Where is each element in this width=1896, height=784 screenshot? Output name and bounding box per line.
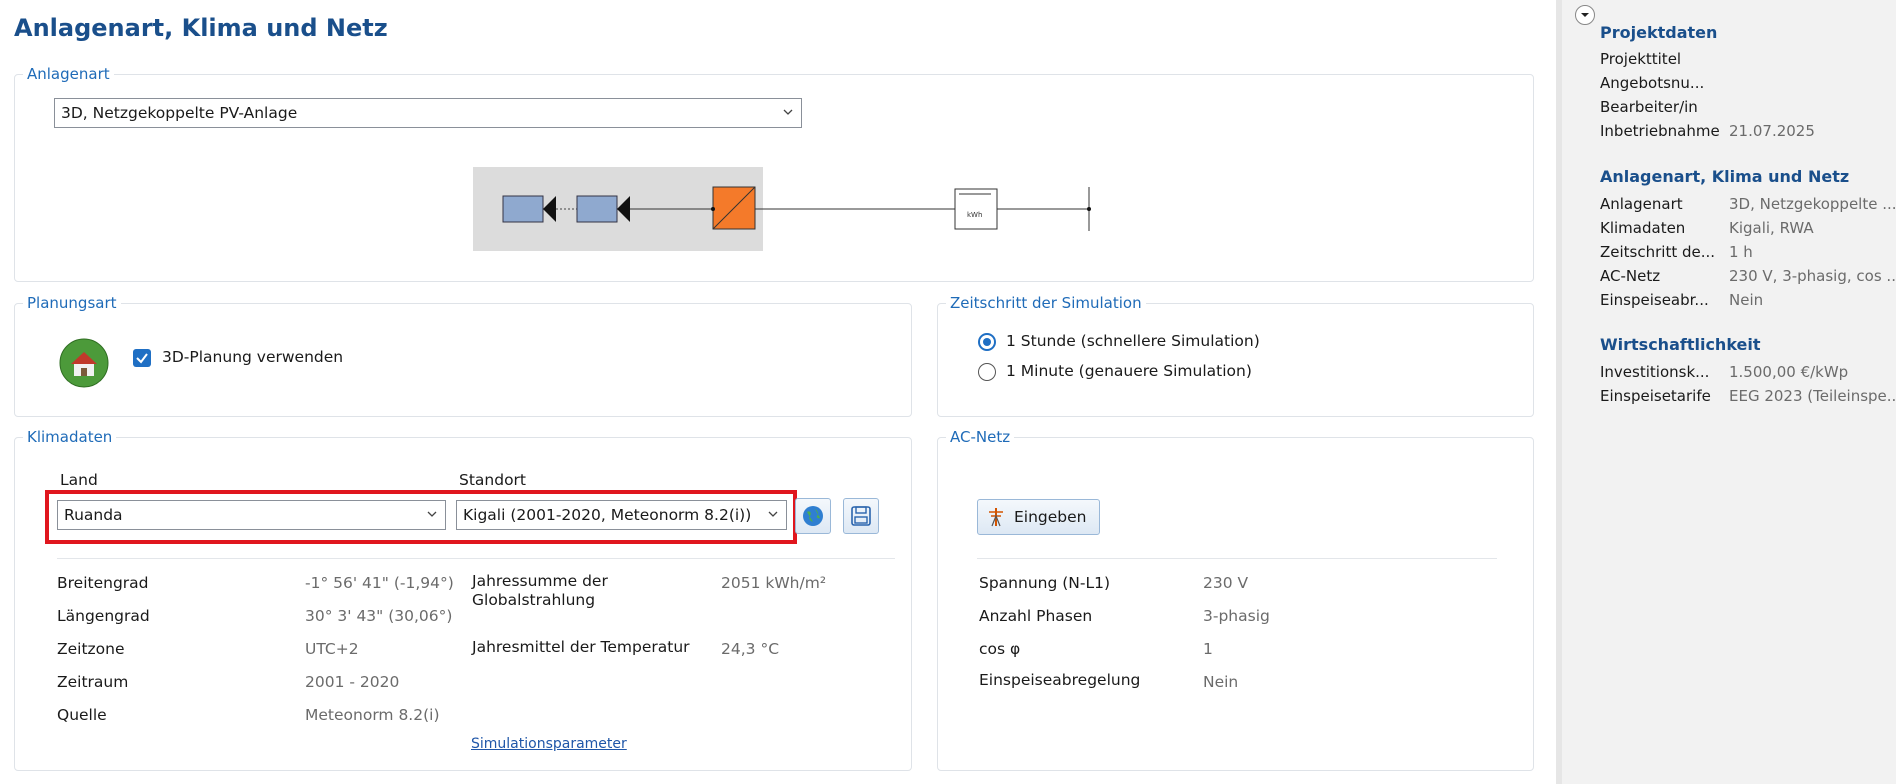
sidebar-key: AC-Netz [1600, 267, 1661, 285]
acnetz-group: AC-Netz Eingeben Spannung (N-L1) 230 V A… [937, 428, 1534, 771]
planungsart-group-title: Planungsart [23, 294, 121, 312]
chevron-down-icon [783, 109, 793, 115]
quelle-label: Quelle [57, 706, 107, 724]
house-globe-icon [59, 338, 109, 388]
chevron-down-icon [427, 511, 437, 517]
anlagenart-group-title: Anlagenart [23, 65, 114, 83]
cosphi-value: 1 [1203, 640, 1213, 658]
3d-planung-label: 3D-Planung verwenden [162, 348, 344, 366]
sidebar-section-title[interactable]: Projektdaten [1600, 23, 1717, 42]
quelle-value: Meteonorm 8.2(i) [305, 706, 440, 724]
summary-sidebar: Projektdaten Projekttitel Angebotsnu... … [1556, 0, 1896, 784]
sidebar-key: Klimadaten [1600, 219, 1686, 237]
temperatur-value: 24,3 °C [721, 640, 780, 658]
standort-label: Standort [459, 471, 527, 489]
inverter-node [711, 207, 715, 211]
radio-1-minute[interactable] [978, 363, 996, 381]
globalstrahlung-value: 2051 kWh/m² [721, 574, 827, 592]
land-select[interactable]: Ruanda [57, 500, 446, 530]
sidebar-value: EEG 2023 (Teileinspe... [1729, 387, 1896, 405]
klimadaten-divider [57, 558, 895, 559]
sidebar-value: 230 V, 3-phasig, cos ... [1729, 267, 1896, 285]
sidebar-key: Einspeisetarife [1600, 387, 1711, 405]
pv-module-1 [502, 195, 544, 223]
zeitschritt-group-title: Zeitschritt der Simulation [946, 294, 1146, 312]
planungsart-group: Planungsart 3D-Planung verwenden [14, 294, 912, 417]
checkmark-icon [136, 353, 148, 364]
phasen-label: Anzahl Phasen [979, 607, 1093, 625]
eingeben-button[interactable]: Eingeben [977, 499, 1100, 535]
sidebar-value: 1.500,00 €/kWp [1729, 363, 1849, 381]
sidebar-value: 3D, Netzgekoppelte ... [1729, 195, 1896, 213]
sidebar-key: Projekttitel [1600, 50, 1682, 68]
meter-box [954, 188, 998, 230]
sidebar-value: 1 h [1729, 243, 1753, 261]
acnetz-divider [977, 558, 1497, 559]
page-title: Anlagenart, Klima und Netz [14, 14, 388, 42]
standort-select[interactable]: Kigali (2001-2020, Meteonorm 8.2(i)) [456, 500, 787, 530]
sidebar-key: Bearbeiter/in [1600, 98, 1698, 116]
save-location-button[interactable] [843, 498, 879, 534]
sidebar-key: Inbetriebnahme [1600, 122, 1720, 140]
zeitzone-value: UTC+2 [305, 640, 359, 658]
3d-planung-checkbox[interactable] [133, 349, 151, 367]
zeitraum-label: Zeitraum [57, 673, 129, 691]
sidebar-key: Investitionsk... [1600, 363, 1710, 381]
meter-label: kWh [967, 211, 982, 219]
klimadaten-group: Klimadaten Land Standort Ruanda Kigali (… [14, 428, 912, 771]
land-select-value: Ruanda [64, 506, 123, 524]
save-icon [851, 506, 871, 526]
land-label: Land [60, 471, 98, 489]
phasen-value: 3-phasig [1203, 607, 1270, 625]
globe-icon [803, 506, 823, 526]
breitengrad-label: Breitengrad [57, 574, 149, 592]
radio-1-stunde-label: 1 Stunde (schnellere Simulation) [1006, 332, 1260, 350]
radio-1-stunde[interactable] [978, 333, 996, 351]
sidebar-section-title[interactable]: Anlagenart, Klima und Netz [1600, 167, 1849, 186]
klimadaten-group-title: Klimadaten [23, 428, 117, 446]
laengengrad-label: Längengrad [57, 607, 150, 625]
simulationsparameter-link[interactable]: Simulationsparameter [471, 736, 627, 752]
sidebar-key: Anlagenart [1600, 195, 1683, 213]
system-diagram: kWh [473, 167, 1091, 251]
breitengrad-value: -1° 56' 41" (-1,94°) [305, 574, 454, 592]
main-panel: Anlagenart, Klima und Netz Anlagenart 3D… [0, 0, 1556, 784]
sidebar-key: Einspeiseabr... [1600, 291, 1709, 309]
anlagenart-select-value: 3D, Netzgekoppelte PV-Anlage [61, 104, 298, 122]
cosphi-label: cos φ [979, 640, 1021, 658]
sidebar-value: 21.07.2025 [1729, 122, 1815, 140]
sidebar-key: Zeitschritt de... [1600, 243, 1716, 261]
globalstrahlung-label: Jahressumme der Globalstrahlung [472, 572, 608, 609]
pv-module-2 [576, 195, 618, 223]
grid-node [1087, 207, 1091, 211]
sidebar-key: Angebotsnu... [1600, 74, 1705, 92]
standort-select-value: Kigali (2001-2020, Meteonorm 8.2(i)) [463, 506, 752, 524]
einspeiseabregelung-label: Einspeiseabregelung [979, 671, 1141, 689]
zeitraum-value: 2001 - 2020 [305, 673, 400, 691]
laengengrad-value: 30° 3' 43" (30,06°) [305, 607, 453, 625]
anlagenart-group: Anlagenart 3D, Netzgekoppelte PV-Anlage … [14, 65, 1534, 282]
sidebar-section-title[interactable]: Wirtschaftlichkeit [1600, 335, 1761, 354]
temperatur-label: Jahresmittel der Temperatur [472, 638, 690, 656]
einspeiseabregelung-value: Nein [1203, 673, 1239, 691]
chevron-down-icon [768, 511, 778, 517]
sidebar-value: Nein [1729, 291, 1764, 309]
chevron-down-icon [1581, 13, 1589, 17]
sidebar-value: Kigali, RWA [1729, 219, 1814, 237]
power-pylon-icon [989, 508, 1003, 527]
anlagenart-select[interactable]: 3D, Netzgekoppelte PV-Anlage [54, 98, 802, 128]
radio-1-minute-label: 1 Minute (genauere Simulation) [1006, 362, 1252, 380]
spannung-label: Spannung (N-L1) [979, 574, 1111, 592]
zeitzone-label: Zeitzone [57, 640, 125, 658]
zeitschritt-group: Zeitschritt der Simulation 1 Stunde (sch… [937, 294, 1534, 417]
collapse-button[interactable] [1575, 5, 1595, 25]
globe-map-button[interactable] [795, 498, 831, 534]
spannung-value: 230 V [1203, 574, 1249, 592]
acnetz-group-title: AC-Netz [946, 428, 1015, 446]
eingeben-button-label: Eingeben [1014, 508, 1087, 526]
